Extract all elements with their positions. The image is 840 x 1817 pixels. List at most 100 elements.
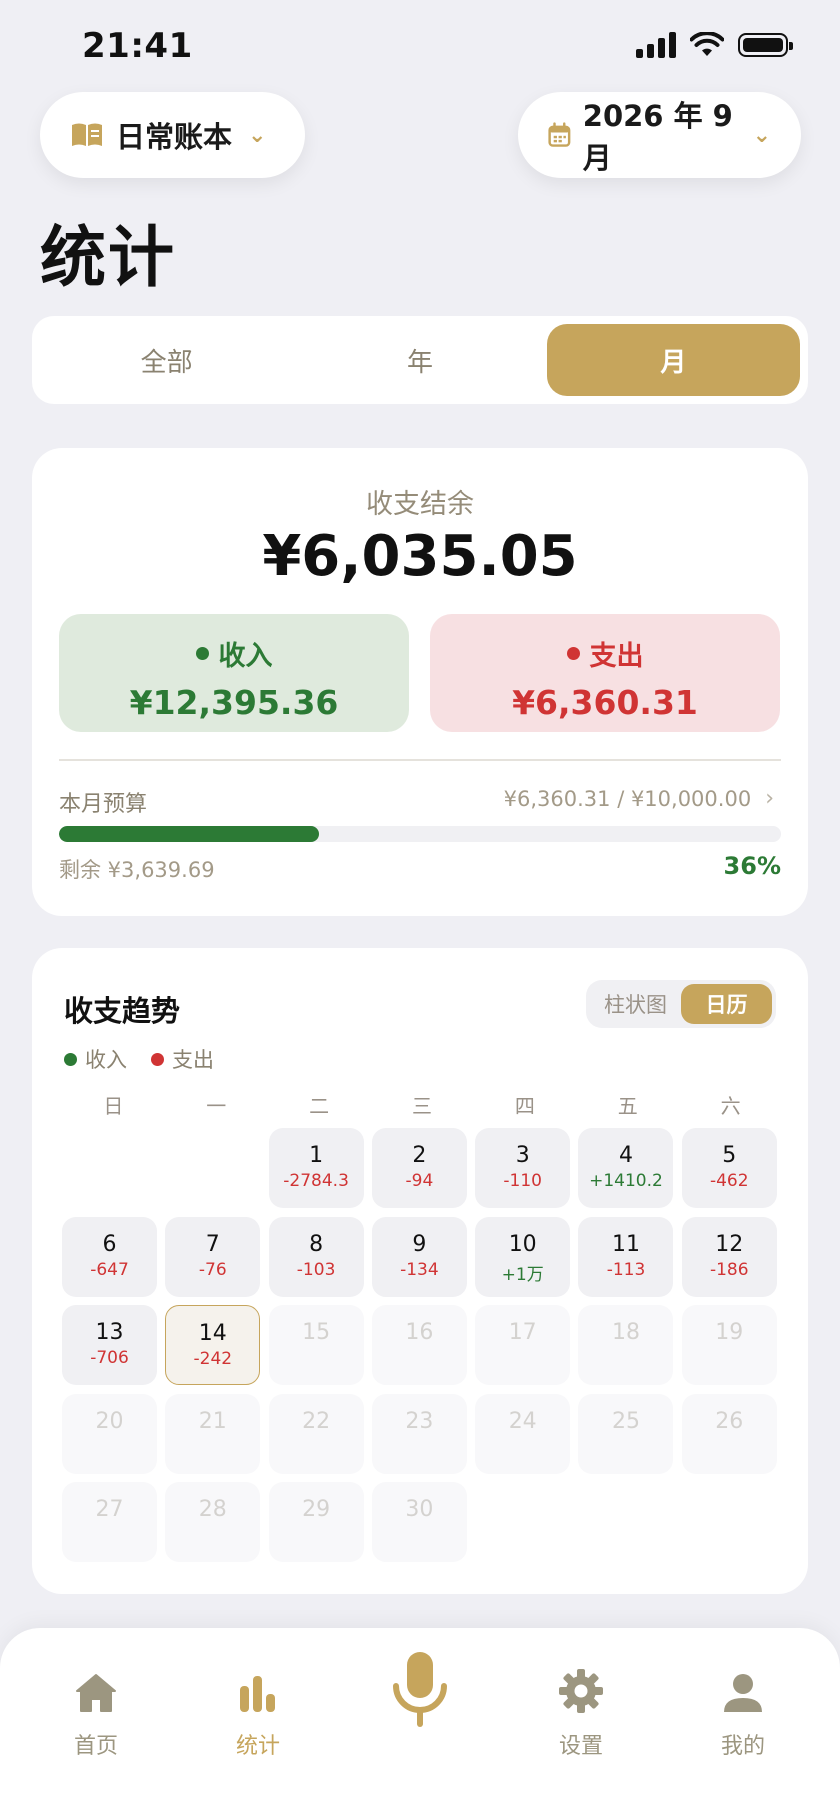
income-label: 收入 — [218, 641, 273, 672]
day-number: 6 — [102, 1231, 117, 1257]
calendar-grid: 1 -2784.3 2 -94 3 -110 4 +1410.2 5 -462 6 -647 7 -76 8… — [62, 1128, 782, 1562]
day-number: 10 — [508, 1231, 537, 1257]
budget-amount-link[interactable]: ¥6,360.31 / ¥10,000.00 › — [504, 786, 774, 811]
person-icon — [724, 1674, 762, 1712]
ledger-name: 日常账本 — [116, 120, 233, 154]
expense-dot-icon — [151, 1052, 164, 1066]
calendar-day[interactable]: 13 -706 — [62, 1305, 157, 1385]
tab-bar: 首页 统计 设置 我的 — [0, 1628, 840, 1817]
calendar-day[interactable]: 10 +1万 — [475, 1216, 571, 1297]
day-number: 4 — [618, 1143, 633, 1168]
calendar-day: 29 — [268, 1482, 364, 1562]
page-title: 统计 — [40, 219, 176, 296]
day-amount: -94 — [405, 1171, 434, 1191]
day-number: 13 — [95, 1320, 124, 1345]
trend-title: 收支趋势 — [64, 994, 181, 1028]
calendar-day: 19 — [681, 1305, 777, 1385]
legend-expense: 支出 — [172, 1048, 214, 1072]
microphone-icon — [393, 1652, 447, 1727]
calendar-day[interactable]: 3 -110 — [475, 1128, 571, 1208]
calendar-day[interactable]: 4 +1410.2 — [578, 1128, 674, 1208]
day-number: 5 — [722, 1143, 737, 1168]
day-amount: -647 — [90, 1259, 129, 1280]
calendar-day: 26 — [681, 1393, 777, 1474]
calendar-icon — [548, 122, 571, 147]
calendar-day: 22 — [268, 1393, 364, 1474]
day-number: 23 — [405, 1408, 434, 1434]
balance-value: ¥6,035.05 — [262, 524, 578, 589]
period-selector[interactable]: 2026 年 9 月 ⌄ — [518, 92, 801, 178]
toggle-calendar[interactable]: 日历 — [681, 984, 772, 1024]
day-amount: +1万 — [501, 1264, 544, 1285]
toggle-bar-chart[interactable]: 柱状图 — [590, 984, 681, 1024]
day-amount: -186 — [709, 1259, 749, 1280]
divider — [59, 759, 781, 761]
day-number: 18 — [611, 1320, 640, 1345]
home-icon — [76, 1674, 116, 1712]
calendar-day: 20 — [62, 1393, 157, 1474]
calendar-day[interactable]: 11 -113 — [578, 1216, 674, 1297]
ledger-selector[interactable]: 日常账本 ⌄ — [40, 92, 305, 178]
calendar-day[interactable]: 5 -462 — [681, 1128, 777, 1208]
segment-year[interactable]: 年 — [293, 324, 546, 396]
day-number: 16 — [405, 1320, 434, 1345]
weekday-header: 日 一 二 三 四 五 六 — [62, 1090, 782, 1119]
day-amount: -134 — [400, 1259, 439, 1280]
weekday-label: 一 — [206, 1094, 227, 1118]
calendar-day[interactable]: 2 -94 — [371, 1128, 467, 1208]
day-number: 7 — [205, 1231, 220, 1257]
day-amount: -113 — [606, 1259, 646, 1280]
tab-settings-label: 设置 — [558, 1734, 603, 1759]
summary-card: 收支结余 ¥6,035.05 收入 ¥12,395.36 支出 ¥6,360.3… — [32, 448, 808, 916]
remaining-percent: 36% — [723, 852, 781, 880]
expense-label: 支出 — [589, 641, 644, 672]
day-number: 19 — [715, 1320, 744, 1345]
chevron-down-icon: ⌄ — [248, 122, 267, 148]
day-amount: -103 — [296, 1259, 336, 1280]
expense-box[interactable]: 支出 ¥6,360.31 — [430, 614, 780, 732]
period-segmented-control: 全部 年 月 — [32, 316, 808, 404]
calendar-day: 17 — [475, 1305, 571, 1385]
income-dot-icon — [195, 647, 209, 660]
remaining-label: 剩余 ¥3,639.69 — [59, 858, 215, 882]
balance-label: 收支结余 — [366, 489, 474, 520]
tab-profile[interactable]: 我的 — [683, 1628, 803, 1760]
day-number: 21 — [198, 1408, 227, 1434]
chevron-right-icon: › — [765, 786, 774, 811]
chevron-down-icon: ⌄ — [752, 122, 771, 148]
weekday-label: 日 — [103, 1094, 124, 1118]
budget-amount: ¥6,360.31 / ¥10,000.00 — [503, 786, 752, 811]
calendar-day-today[interactable]: 14 -242 — [165, 1305, 261, 1385]
segment-month[interactable]: 月 — [546, 324, 800, 396]
voice-input-button[interactable] — [360, 1628, 480, 1742]
day-amount: -76 — [198, 1259, 227, 1280]
calendar-blank — [165, 1128, 260, 1208]
income-box[interactable]: 收入 ¥12,395.36 — [59, 614, 409, 732]
day-number: 3 — [515, 1143, 530, 1168]
calendar-day: 15 — [268, 1305, 364, 1385]
tab-stats[interactable]: 统计 — [198, 1628, 318, 1760]
wifi-icon — [690, 32, 724, 56]
calendar-day: 21 — [165, 1393, 261, 1474]
calendar-day[interactable]: 1 -2784.3 — [268, 1128, 364, 1208]
tab-settings[interactable]: 设置 — [521, 1628, 641, 1760]
calendar-day[interactable]: 6 -647 — [62, 1216, 157, 1297]
day-number: 9 — [412, 1231, 427, 1257]
day-number: 11 — [611, 1231, 640, 1257]
day-number: 2 — [412, 1143, 427, 1168]
calendar-day[interactable]: 9 -134 — [371, 1216, 467, 1297]
expense-dot-icon — [566, 647, 580, 660]
tab-home[interactable]: 首页 — [36, 1628, 156, 1760]
calendar-day: 25 — [578, 1393, 674, 1474]
weekday-label: 四 — [514, 1094, 535, 1118]
calendar-day[interactable]: 8 -103 — [268, 1216, 364, 1297]
legend: 收入 支出 — [64, 1044, 214, 1074]
trend-card: 收支趋势 柱状图 日历 收入 支出 日 一 二 三 四 五 六 1 -2784.3… — [32, 948, 808, 1594]
day-number: 28 — [198, 1497, 227, 1522]
segment-all[interactable]: 全部 — [40, 324, 293, 396]
weekday-label: 六 — [720, 1094, 741, 1118]
income-value: ¥12,395.36 — [129, 683, 339, 722]
calendar-day[interactable]: 12 -186 — [681, 1216, 777, 1297]
calendar-day[interactable]: 7 -76 — [165, 1216, 261, 1297]
weekday-label: 三 — [412, 1094, 432, 1118]
